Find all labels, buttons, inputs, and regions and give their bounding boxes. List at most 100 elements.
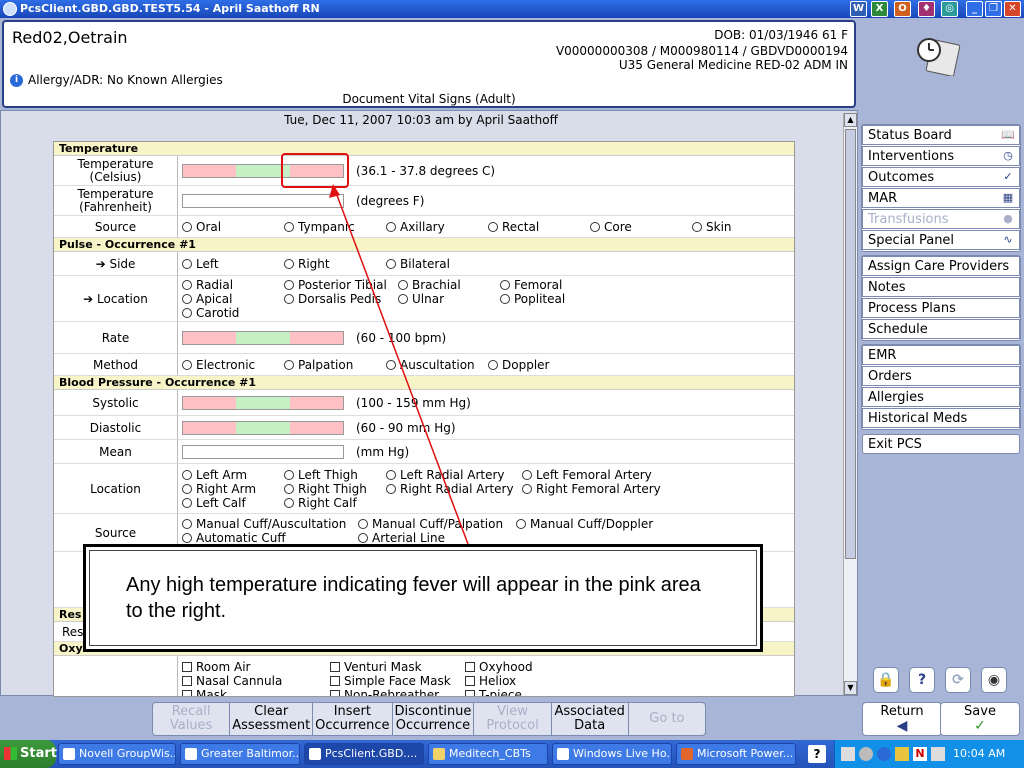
taskbar-item-windows-live[interactable]: Windows Live Ho... (552, 743, 672, 765)
radio-right-arm[interactable]: Right Arm (182, 482, 256, 496)
checkbox-oxyhood[interactable]: Oxyhood (465, 660, 533, 674)
checkbox-non-rebreather[interactable]: Non-Rebreather (330, 688, 439, 696)
office-icon[interactable]: O (894, 1, 911, 17)
network-icon[interactable] (859, 747, 873, 761)
minimize-icon[interactable]: _ (966, 1, 983, 17)
radio-palpation[interactable]: Palpation (284, 358, 353, 372)
scroll-thumb[interactable] (845, 129, 856, 559)
radio-right-radial-artery[interactable]: Right Radial Artery (386, 482, 514, 496)
checkbox-heliox[interactable]: Heliox (465, 674, 516, 688)
sidebar-item-status-board[interactable]: Status Board 📖 (862, 125, 1020, 145)
taskbar-item-groupwise[interactable]: Novell GroupWis... (58, 743, 176, 765)
return-button[interactable]: Return ◀ (862, 702, 942, 736)
refresh-icon[interactable]: ⟳ (945, 667, 971, 693)
associated-data-button[interactable]: Associated Data (552, 703, 629, 735)
help-tray-icon[interactable]: ? (808, 745, 826, 763)
radio-manual-cuff-palpation[interactable]: Manual Cuff/Palpation (358, 517, 503, 531)
scroll-up-icon[interactable]: ▲ (844, 113, 857, 127)
recall-values-button[interactable]: Recall Values (153, 703, 231, 735)
radio-manual-cuff-doppler[interactable]: Manual Cuff/Doppler (516, 517, 653, 531)
sidebar-item-exit-pcs[interactable]: Exit PCS (862, 434, 1020, 454)
sidebar-item-outcomes[interactable]: Outcomes ✓ (862, 167, 1020, 187)
radio-skin[interactable]: Skin (692, 220, 732, 234)
checkbox-t-piece[interactable]: T-piece (465, 688, 522, 696)
globe-icon[interactable]: ◎ (941, 1, 958, 17)
radio-automatic-cuff[interactable]: Automatic Cuff (182, 531, 286, 545)
insert-occurrence-button[interactable]: Insert Occurrence (313, 703, 393, 735)
radio-manual-cuff-auscultation[interactable]: Manual Cuff/Auscultation (182, 517, 346, 531)
sidebar-item-orders[interactable]: Orders (862, 366, 1020, 386)
radio-dorsalis-pedis[interactable]: Dorsalis Pedis (284, 292, 381, 306)
radio-left[interactable]: Left (182, 257, 219, 271)
sidebar-item-mar[interactable]: MAR ▦ (862, 188, 1020, 208)
radio-left-femoral-artery[interactable]: Left Femoral Artery (522, 468, 652, 482)
volume-icon[interactable] (931, 747, 945, 761)
radio-carotid[interactable]: Carotid (182, 306, 239, 320)
diastolic-input[interactable] (182, 421, 344, 435)
save-button[interactable]: Save ✓ (940, 702, 1020, 736)
scroll-down-icon[interactable]: ▼ (844, 681, 857, 695)
radio-femoral[interactable]: Femoral (500, 278, 562, 292)
discontinue-occurrence-button[interactable]: Discontinue Occurrence (393, 703, 475, 735)
systolic-input[interactable] (182, 396, 344, 410)
radio-right-femoral-artery[interactable]: Right Femoral Artery (522, 482, 661, 496)
shield-icon[interactable] (877, 747, 891, 761)
radio-doppler[interactable]: Doppler (488, 358, 549, 372)
radio-ulnar[interactable]: Ulnar (398, 292, 444, 306)
sidebar-item-schedule[interactable]: Schedule (862, 319, 1020, 339)
radio-popliteal[interactable]: Popliteal (500, 292, 565, 306)
key-icon[interactable]: ♦ (918, 1, 935, 17)
sidebar-item-historical-meds[interactable]: Historical Meds (862, 408, 1020, 428)
lock-icon[interactable]: 🔒 (873, 667, 899, 693)
radio-left-radial-artery[interactable]: Left Radial Artery (386, 468, 505, 482)
mean-input[interactable] (182, 445, 344, 459)
radio-arterial-line[interactable]: Arterial Line (358, 531, 445, 545)
taskbar-item-powerpoint[interactable]: Microsoft Power... (676, 743, 796, 765)
radio-left-calf[interactable]: Left Calf (182, 496, 246, 510)
radio-left-thigh[interactable]: Left Thigh (284, 468, 358, 482)
sidebar-item-special-panel[interactable]: Special Panel ∿ (862, 230, 1020, 250)
radio-right-thigh[interactable]: Right Thigh (284, 482, 367, 496)
sidebar-item-notes[interactable]: Notes (862, 277, 1020, 297)
taskbar-item-baltimore[interactable]: Greater Baltimor... (180, 743, 300, 765)
radio-radial[interactable]: Radial (182, 278, 233, 292)
go-to-button[interactable]: Go to (629, 703, 705, 735)
radio-right[interactable]: Right (284, 257, 330, 271)
rate-input[interactable] (182, 331, 344, 345)
radio-brachial[interactable]: Brachial (398, 278, 461, 292)
taskbar-item-pcsclient[interactable]: PcsClient.GBD.... (304, 743, 424, 765)
radio-auscultation[interactable]: Auscultation (386, 358, 475, 372)
radio-rectal[interactable]: Rectal (488, 220, 539, 234)
novell-icon[interactable]: N (913, 747, 927, 761)
sidebar-item-assign-care-providers[interactable]: Assign Care Providers (862, 256, 1020, 276)
help-icon[interactable]: ? (909, 667, 935, 693)
clear-assessment-button[interactable]: Clear Assessment (230, 703, 314, 735)
radio-apical[interactable]: Apical (182, 292, 232, 306)
sidebar-item-process-plans[interactable]: Process Plans (862, 298, 1020, 318)
checkbox-venturi-mask[interactable]: Venturi Mask (330, 660, 422, 674)
view-protocol-button[interactable]: View Protocol (474, 703, 552, 735)
radio-bilateral[interactable]: Bilateral (386, 257, 450, 271)
radio-left-arm[interactable]: Left Arm (182, 468, 247, 482)
checkbox-nasal-cannula[interactable]: Nasal Cannula (182, 674, 282, 688)
printer-icon[interactable] (841, 747, 855, 761)
radio-oral[interactable]: Oral (182, 220, 221, 234)
radio-posterior-tibial[interactable]: Posterior Tibial (284, 278, 387, 292)
radio-right-calf[interactable]: Right Calf (284, 496, 357, 510)
warning-icon[interactable] (895, 747, 909, 761)
start-button[interactable]: Start (0, 740, 57, 768)
excel-icon[interactable]: X (871, 1, 888, 17)
temp-fahrenheit-input[interactable] (182, 194, 344, 208)
checkbox-mask[interactable]: Mask (182, 688, 227, 696)
radio-axillary[interactable]: Axillary (386, 220, 445, 234)
sidebar-item-interventions[interactable]: Interventions ◷ (862, 146, 1020, 166)
vertical-scrollbar[interactable]: ▲ ▼ (843, 113, 857, 695)
checkbox-simple-face-mask[interactable]: Simple Face Mask (330, 674, 451, 688)
radio-electronic[interactable]: Electronic (182, 358, 255, 372)
sidebar-item-emr[interactable]: EMR (862, 345, 1020, 365)
radio-core[interactable]: Core (590, 220, 632, 234)
close-icon[interactable]: ✕ (1004, 1, 1021, 17)
sidebar-item-allergies[interactable]: Allergies (862, 387, 1020, 407)
taskbar-item-meditech[interactable]: Meditech_CBTs (428, 743, 548, 765)
word-icon[interactable]: W (850, 1, 867, 17)
